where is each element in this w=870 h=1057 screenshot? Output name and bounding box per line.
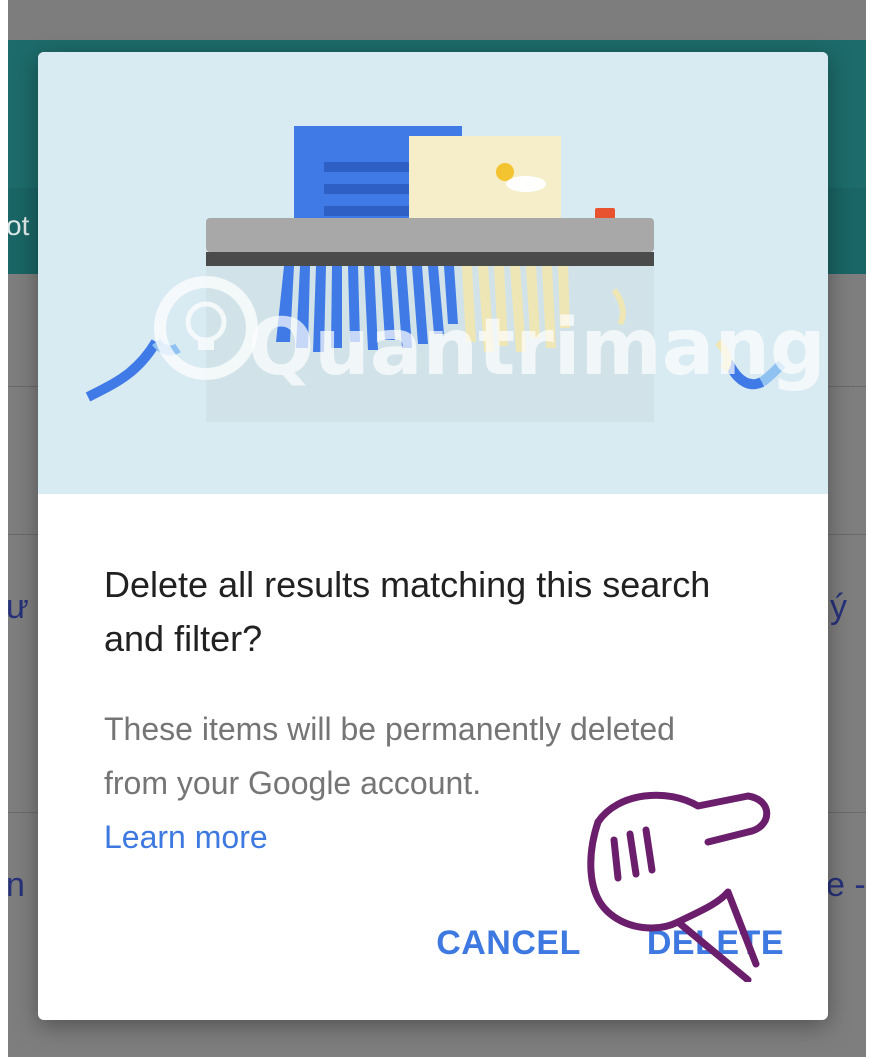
delete-confirmation-dialog: Quantrimang Delete all results matching … bbox=[38, 52, 828, 1020]
background-list-text: ý bbox=[830, 588, 847, 626]
window-edge-left bbox=[0, 0, 8, 1057]
pointing-hand-icon bbox=[587, 791, 771, 982]
background-header-text: ot bbox=[6, 210, 30, 241]
page: ot ư ý n e - Quantrimang Delete all resu… bbox=[0, 0, 870, 1057]
cancel-button[interactable]: CANCEL bbox=[436, 924, 581, 963]
background-list-text: e - bbox=[826, 866, 866, 904]
shredder-illustration: Quantrimang bbox=[38, 52, 828, 494]
background-list-text: n bbox=[6, 866, 25, 904]
background-list-text: ư bbox=[6, 588, 29, 626]
dialog-title: Delete all results matching this search … bbox=[104, 564, 711, 659]
watermark-text: Quantrimang bbox=[248, 303, 826, 393]
background-topbar bbox=[0, 0, 870, 40]
window-edge-right bbox=[866, 0, 870, 1057]
